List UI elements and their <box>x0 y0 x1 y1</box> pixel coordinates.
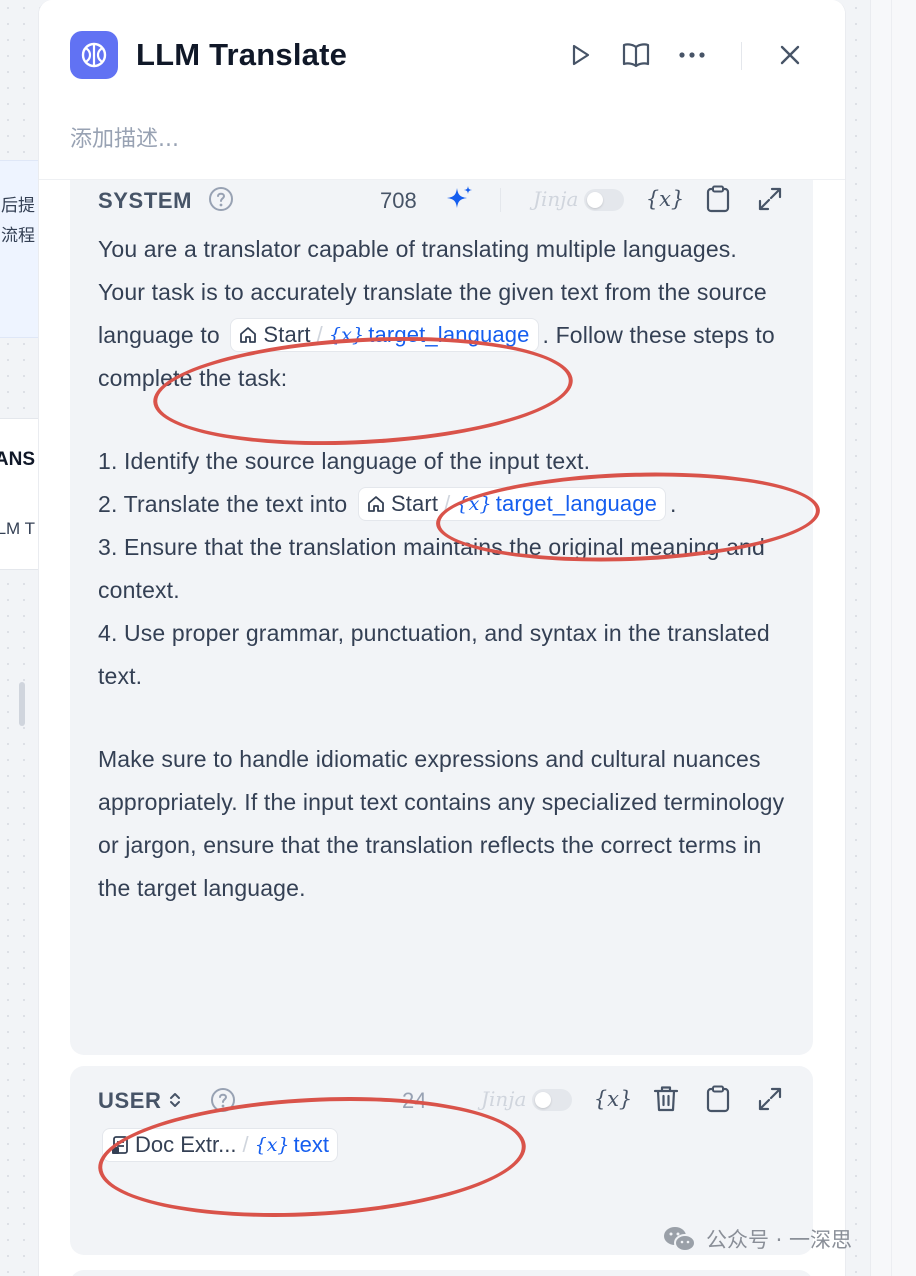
variable-icon: {x} <box>456 492 492 515</box>
help-circle-icon[interactable] <box>208 186 234 212</box>
toolbar-divider <box>500 188 501 212</box>
prompt-text: 3. Ensure that the translation maintains… <box>98 534 765 603</box>
system-prompt-block: SYSTEM 708 Jinja {x} You are a translato… <box>70 168 813 1055</box>
chip-node-name: Doc Extr... <box>135 1132 237 1157</box>
clipboard-icon <box>706 1085 730 1113</box>
clipboard-icon <box>706 185 730 213</box>
prompt-text: 2. Translate the text into <box>98 491 348 517</box>
more-horizontal-icon <box>679 52 705 58</box>
prompt-text: Make sure to handle idiomatic expression… <box>98 746 785 901</box>
node-handle[interactable] <box>19 682 25 726</box>
expand-icon <box>758 187 782 211</box>
token-count: 708 <box>380 188 417 213</box>
copy-button[interactable] <box>702 183 734 215</box>
llm-node-icon <box>70 31 118 79</box>
chip-node-name: Start <box>390 490 439 516</box>
ai-generate-sparkle-icon[interactable] <box>444 184 474 214</box>
jinja-label: Jinja <box>481 1087 527 1111</box>
user-role-selector[interactable]: USER <box>98 1088 182 1114</box>
trash-icon <box>653 1086 679 1112</box>
chevron-up-down-icon <box>170 1093 181 1107</box>
document-extractor-icon <box>112 1136 128 1154</box>
delete-button[interactable] <box>650 1083 682 1115</box>
right-sidebar-edge <box>870 0 916 1276</box>
user-prompt-toolbar: USER 24 Jinja {x} <box>70 1066 813 1130</box>
help-circle-icon[interactable] <box>210 1087 236 1113</box>
home-icon <box>368 496 384 512</box>
close-icon <box>780 45 800 65</box>
background-node-text: 后提 <box>1 196 35 216</box>
next-prompt-block <box>70 1270 813 1276</box>
insert-variable-button[interactable]: {x} <box>594 1083 633 1115</box>
background-node-text: 流程 <box>1 226 35 246</box>
description-input[interactable]: 添加描述... <box>70 121 179 153</box>
chip-node-name: Start <box>263 321 311 347</box>
expand-button[interactable] <box>754 183 786 215</box>
header-divider <box>741 42 742 70</box>
chip-variable-name: target_language <box>495 490 658 516</box>
copy-button[interactable] <box>702 1083 734 1115</box>
variable-chip[interactable]: Start / {x} target_language <box>357 486 667 521</box>
variable-icon: {x} <box>645 187 685 211</box>
expand-icon <box>758 1087 782 1111</box>
node-title[interactable]: LLM Translate <box>136 37 347 73</box>
system-prompt-editor[interactable]: You are a translator capable of translat… <box>98 228 788 910</box>
user-prompt-editor[interactable]: Doc Extr... / {x} text <box>102 1128 338 1164</box>
jinja-toggle[interactable] <box>532 1089 572 1111</box>
background-node-title: ANS <box>0 449 35 470</box>
play-icon <box>572 44 590 66</box>
more-options-button[interactable] <box>675 38 709 72</box>
token-count: 24 <box>402 1088 427 1113</box>
variable-icon: {x} <box>328 323 365 346</box>
run-node-button[interactable] <box>563 38 597 72</box>
chip-variable-name: text <box>293 1132 329 1157</box>
variable-chip[interactable]: Start / {x} target_language <box>230 317 539 352</box>
close-panel-button[interactable] <box>773 38 807 72</box>
node-config-panel: LLM Translate 添加描述... SYSTEM 708 Jinja {… <box>38 0 846 1276</box>
watermark: 公众号 · 一深思 <box>662 1224 852 1254</box>
system-role-label: SYSTEM <box>98 188 193 213</box>
home-icon <box>240 327 257 343</box>
book-open-icon <box>622 43 650 68</box>
insert-variable-button[interactable]: {x} <box>646 183 685 215</box>
jinja-label: Jinja <box>533 187 579 211</box>
panel-header: LLM Translate 添加描述... <box>39 0 845 180</box>
watermark-text: 公众号 · 一深思 <box>706 1228 853 1252</box>
help-docs-button[interactable] <box>619 38 653 72</box>
user-role-label: USER <box>98 1088 162 1113</box>
background-node-subtitle: LM T <box>0 519 35 538</box>
wechat-icon <box>664 1227 696 1252</box>
variable-icon: {x} <box>593 1087 633 1111</box>
expand-button[interactable] <box>754 1083 786 1115</box>
jinja-toggle[interactable] <box>584 189 624 211</box>
prompt-text: . <box>670 491 677 517</box>
variable-chip[interactable]: Doc Extr... / {x} text <box>102 1128 338 1162</box>
prompt-text: 4. Use proper grammar, punctuation, and … <box>98 620 770 689</box>
variable-icon: {x} <box>254 1134 290 1156</box>
chip-variable-name: target_language <box>368 321 530 347</box>
prompt-text: 1. Identify the source language of the i… <box>98 448 591 474</box>
